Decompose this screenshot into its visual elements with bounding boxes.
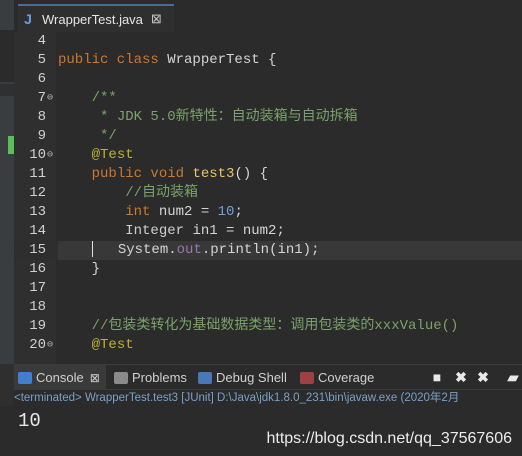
- coverage-icon: [300, 371, 314, 384]
- java-file-icon: J: [24, 11, 32, 27]
- code-text: */: [100, 128, 117, 144]
- editor-tab-wrappertest[interactable]: J WrapperTest.java ⊠: [18, 4, 174, 32]
- close-icon[interactable]: ⊠: [151, 11, 162, 27]
- code-text: public class WrapperTest {: [58, 52, 277, 68]
- editor-tab-label: WrapperTest.java: [42, 11, 143, 27]
- line-number: 16: [29, 261, 46, 277]
- code-editor[interactable]: 4 5 public class WrapperTest {6 7 ⊖ /** 8 * J…: [14, 32, 522, 364]
- fold-toggle-icon[interactable]: ⊖: [47, 336, 55, 355]
- tab-problems[interactable]: Problems: [110, 365, 190, 390]
- line-number: 7: [37, 90, 46, 106]
- line-number: 13: [29, 204, 46, 220]
- line-number: 14: [29, 223, 46, 239]
- line-number: 10: [29, 147, 46, 163]
- code-line[interactable]: 10 ⊖ @Test: [14, 146, 522, 165]
- line-number: 9: [37, 128, 46, 144]
- code-line[interactable]: 19 //包装类转化为基础数据类型：调用包装类的xxxValue(): [14, 317, 522, 336]
- code-line[interactable]: 7 ⊖ /**: [14, 89, 522, 108]
- code-text: int num2 = 10;: [125, 204, 243, 220]
- problems-icon: [114, 371, 128, 384]
- debug-shell-icon: [198, 371, 212, 384]
- fold-toggle-icon[interactable]: ⊖: [47, 89, 55, 108]
- code-line[interactable]: 8 * JDK 5.0新特性：自动装箱与自动拆箱: [14, 108, 522, 127]
- code-line[interactable]: 5 public class WrapperTest {: [14, 51, 522, 70]
- console-tab-bar: ■ ✖ ✖ ▰ Console ⊠ Problems Debug Shell Cover…: [14, 364, 522, 390]
- code-text: @Test: [91, 337, 134, 353]
- tab-label: Console: [36, 370, 84, 385]
- code-text: //包装类转化为基础数据类型：调用包装类的xxxValue(): [91, 318, 459, 334]
- code-line[interactable]: 18: [14, 298, 522, 317]
- clear-console-icon[interactable]: ▰: [506, 369, 520, 385]
- editor-tab-bar: J WrapperTest.java ⊠: [14, 0, 522, 33]
- watermark: https://blog.csdn.net/qq_37567606: [266, 430, 512, 447]
- tab-coverage[interactable]: Coverage: [296, 365, 382, 390]
- line-number: 18: [29, 299, 46, 315]
- left-side-panel: [0, 0, 14, 364]
- line-number: 15: [29, 242, 46, 258]
- code-text: Integer in1 = num2;: [125, 223, 285, 239]
- code-line[interactable]: 20 ⊖ @Test: [14, 336, 522, 355]
- tab-console[interactable]: Console ⊠: [14, 365, 106, 390]
- side-panel-block: [0, 30, 14, 82]
- console-status: <terminated> WrapperTest.test3 [JUnit] D…: [14, 390, 522, 406]
- code-text: //自动装箱: [125, 185, 199, 201]
- remove-all-launches-icon[interactable]: ✖: [476, 369, 490, 385]
- line-number: 8: [37, 109, 46, 125]
- console-output: 10: [18, 410, 41, 432]
- code-line[interactable]: 4: [14, 32, 522, 51]
- code-text: public void test3() {: [91, 166, 269, 182]
- code-line[interactable]: 6: [14, 70, 522, 89]
- code-line[interactable]: 11 public void test3() {: [14, 165, 522, 184]
- side-panel-block: [0, 84, 14, 96]
- code-line[interactable]: 14 Integer in1 = num2;: [14, 222, 522, 241]
- code-line[interactable]: 17: [14, 279, 522, 298]
- line-number: 17: [29, 280, 46, 296]
- close-icon[interactable]: ⊠: [90, 371, 100, 385]
- fold-toggle-icon[interactable]: ⊖: [47, 146, 55, 165]
- code-line[interactable]: 13 int num2 = 10;: [14, 203, 522, 222]
- console-output-area[interactable]: 10 https://blog.csdn.net/qq_37567606: [0, 406, 522, 456]
- tab-debug-shell[interactable]: Debug Shell: [194, 365, 292, 390]
- line-number: 11: [29, 166, 46, 182]
- line-number: 6: [37, 71, 46, 87]
- code-text: @Test: [91, 147, 134, 163]
- code-text: /**: [91, 90, 117, 106]
- code-line[interactable]: 16 }: [14, 260, 522, 279]
- line-number: 19: [29, 318, 46, 334]
- tab-label: Coverage: [318, 370, 375, 385]
- console-icon: [18, 371, 32, 384]
- code-line[interactable]: 12 //自动装箱: [14, 184, 522, 203]
- tab-label: Debug Shell: [216, 370, 287, 385]
- line-number: 5: [37, 52, 46, 68]
- line-number: 20: [29, 337, 46, 353]
- code-text: }: [91, 261, 101, 277]
- code-line[interactable]: 9 */: [14, 127, 522, 146]
- line-number: 4: [37, 33, 46, 49]
- code-text: * JDK 5.0新特性：自动装箱与自动拆箱: [100, 109, 358, 125]
- line-number: 12: [29, 185, 46, 201]
- remove-launch-icon[interactable]: ✖: [454, 369, 468, 385]
- code-line[interactable]: 15 System.out.println(in1);: [14, 241, 522, 260]
- code-text: System.out.println(in1);: [58, 241, 522, 260]
- terminate-icon[interactable]: ■: [430, 369, 444, 385]
- tab-label: Problems: [132, 370, 187, 385]
